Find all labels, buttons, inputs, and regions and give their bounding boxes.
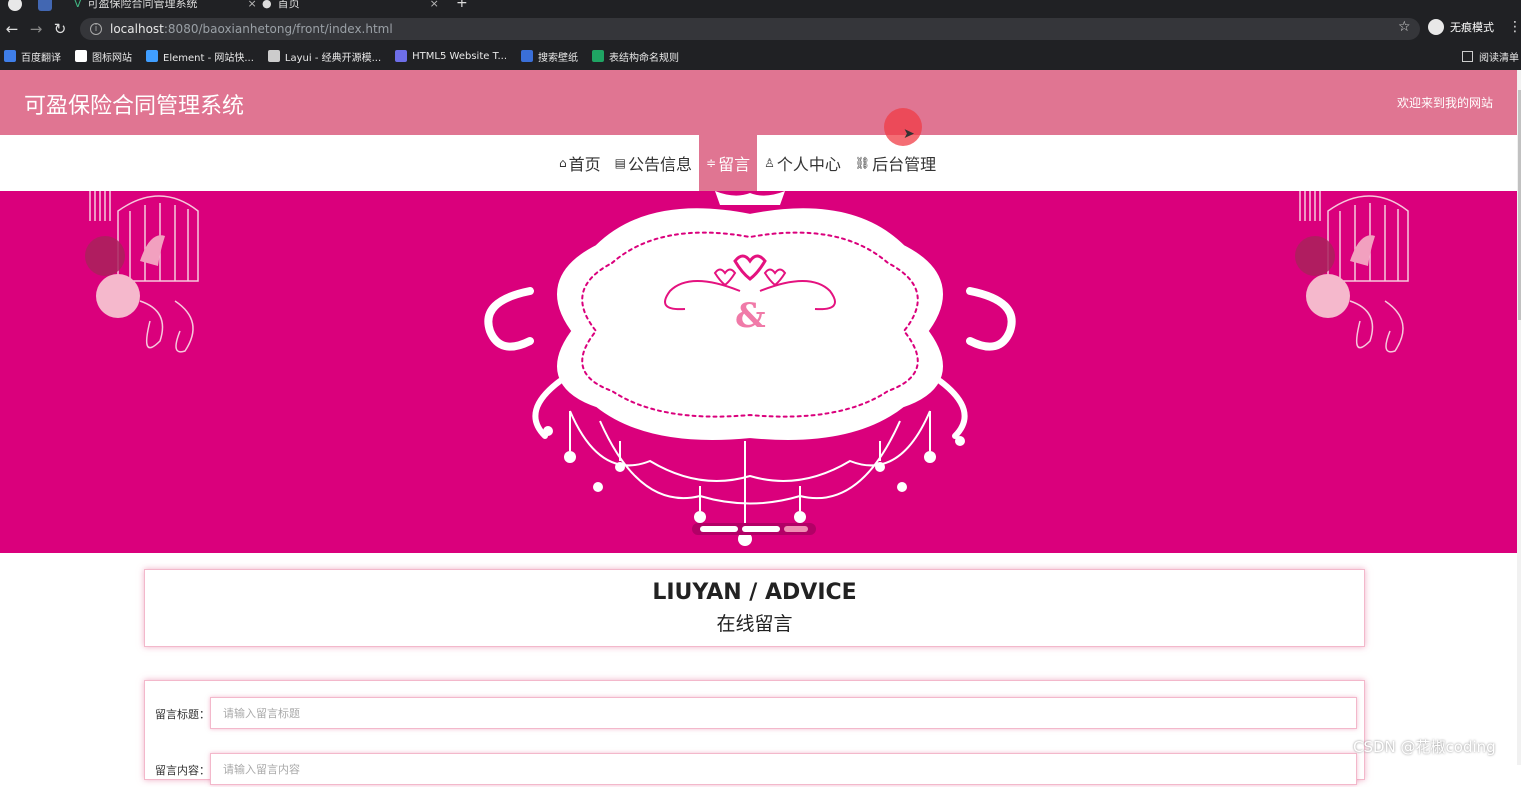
url-path: :8080/baoxianhetong/front/index.html	[163, 22, 393, 36]
reading-list-button[interactable]: 阅读清单	[1462, 49, 1519, 64]
banner-illustration: &	[85, 191, 1409, 546]
section-title-panel: LIUYAN / ADVICE 在线留言	[144, 569, 1365, 647]
content-label: 留言内容：	[155, 764, 210, 777]
incognito-label: 无痕模式	[1450, 21, 1494, 34]
nav-item-profile[interactable]: ♙ 个人中心	[757, 135, 848, 191]
incognito-indicator[interactable]: 无痕模式	[1428, 19, 1494, 35]
vue-icon: V	[74, 0, 82, 10]
close-icon[interactable]: ×	[248, 0, 257, 10]
close-icon[interactable]: ×	[430, 0, 439, 10]
browser-menu-icon[interactable]: ⋮	[1508, 19, 1521, 35]
form-row-content: 留言内容： 请输入留言内容	[145, 753, 1366, 787]
globe-icon: ●	[262, 0, 272, 10]
bookmark-icon	[267, 50, 280, 62]
bookmark-star-icon[interactable]: ☆	[1398, 19, 1411, 35]
carousel-indicators	[692, 523, 816, 535]
content-input[interactable]: 请输入留言内容	[210, 753, 1357, 785]
title-input[interactable]: 请输入留言标题	[210, 697, 1357, 729]
bookmark-icon	[592, 50, 605, 62]
cursor-icon: ➤	[903, 126, 915, 142]
back-button[interactable]: ←	[0, 20, 24, 38]
flower-left	[85, 236, 125, 276]
site-title: 可盈保险合同管理系统	[24, 94, 245, 119]
section-title-en: LIUYAN / ADVICE	[652, 580, 857, 605]
chrome-icon	[8, 0, 22, 11]
bookmark-item[interactable]: 图标网站	[75, 49, 132, 64]
nav-item-home[interactable]: ⌂ 首页	[552, 135, 608, 191]
browser-toolbar: ← → ↻ i localhost:8080/baoxianhetong/fro…	[0, 14, 1521, 44]
bookmark-icon	[75, 50, 87, 62]
hero-banner[interactable]: &	[0, 191, 1517, 553]
bookmark-item[interactable]: 搜索壁纸	[521, 49, 578, 64]
section-title-cn: 在线留言	[716, 613, 793, 635]
watermark: CSDN @花椒coding	[1353, 738, 1496, 756]
bookmark-item[interactable]: HTML5 Website T...	[395, 50, 507, 62]
browser-chrome: V 可盈保险合同管理系统 × ● 首页 × + ← → ↻ i localhos…	[0, 0, 1521, 70]
bookmark-item[interactable]: 百度翻译	[4, 49, 61, 64]
new-tab-button[interactable]: +	[456, 0, 468, 11]
message-icon: ≑	[706, 156, 717, 170]
carousel-dot[interactable]	[784, 526, 808, 532]
crown	[715, 191, 785, 205]
title-label: 留言标题：	[155, 708, 210, 721]
forward-button[interactable]: →	[24, 20, 48, 38]
site-header: 可盈保险合同管理系统 欢迎来到我的网站	[0, 70, 1517, 135]
nav-item-message[interactable]: ≑ 留言	[699, 135, 758, 191]
ampersand-icon: &	[735, 296, 766, 336]
carousel-dot[interactable]	[742, 526, 780, 532]
tab-home-label: 首页	[277, 0, 300, 10]
reading-list-icon	[1462, 51, 1473, 62]
info-icon[interactable]: i	[90, 23, 102, 35]
carousel-dot[interactable]	[700, 526, 738, 532]
home-icon: ⌂	[559, 156, 567, 170]
flower-right	[1306, 274, 1350, 318]
url-host: localhost	[110, 22, 164, 36]
form-row-title: 留言标题： 请输入留言标题	[145, 697, 1366, 731]
bookmark-icon	[521, 50, 534, 62]
nav-item-notice[interactable]: ▤ 公告信息	[608, 135, 699, 191]
link-icon: ⛓	[854, 156, 871, 170]
facebook-icon[interactable]	[38, 0, 52, 11]
tab-home[interactable]: ● 首页 ×	[262, 0, 439, 11]
welcome-text: 欢迎来到我的网站	[1396, 96, 1493, 110]
bookmark-item[interactable]: Element - 网站快...	[146, 49, 254, 64]
flower-left	[96, 274, 140, 318]
bookmarks-bar: 百度翻译 图标网站 Element - 网站快... Layui - 经典开源模…	[0, 45, 1521, 67]
main-nav: ⌂ 首页 ▤ 公告信息 ≑ 留言 ♙ 个人中心 ⛓ 后台管理	[0, 135, 1517, 191]
tab-app[interactable]: V 可盈保险合同管理系统 ×	[74, 0, 257, 11]
incognito-icon	[1428, 19, 1444, 35]
reload-button[interactable]: ↻	[48, 20, 72, 38]
tab-app-label: 可盈保险合同管理系统	[87, 0, 198, 10]
bookmark-item[interactable]: 表结构命名规则	[592, 49, 679, 64]
bookmark-item[interactable]: Layui - 经典开源模...	[267, 49, 381, 64]
bookmark-icon	[146, 50, 158, 62]
notice-icon: ▤	[614, 156, 626, 170]
bookmark-icon	[395, 50, 408, 62]
user-icon: ♙	[764, 156, 775, 170]
bird-left	[140, 235, 165, 266]
address-bar[interactable]: i localhost:8080/baoxianhetong/front/ind…	[80, 18, 1420, 40]
message-form: 留言标题： 请输入留言标题 留言内容： 请输入留言内容	[144, 680, 1366, 785]
flower-right	[1295, 236, 1335, 276]
bird-right	[1350, 235, 1375, 266]
bookmark-icon	[4, 50, 16, 62]
